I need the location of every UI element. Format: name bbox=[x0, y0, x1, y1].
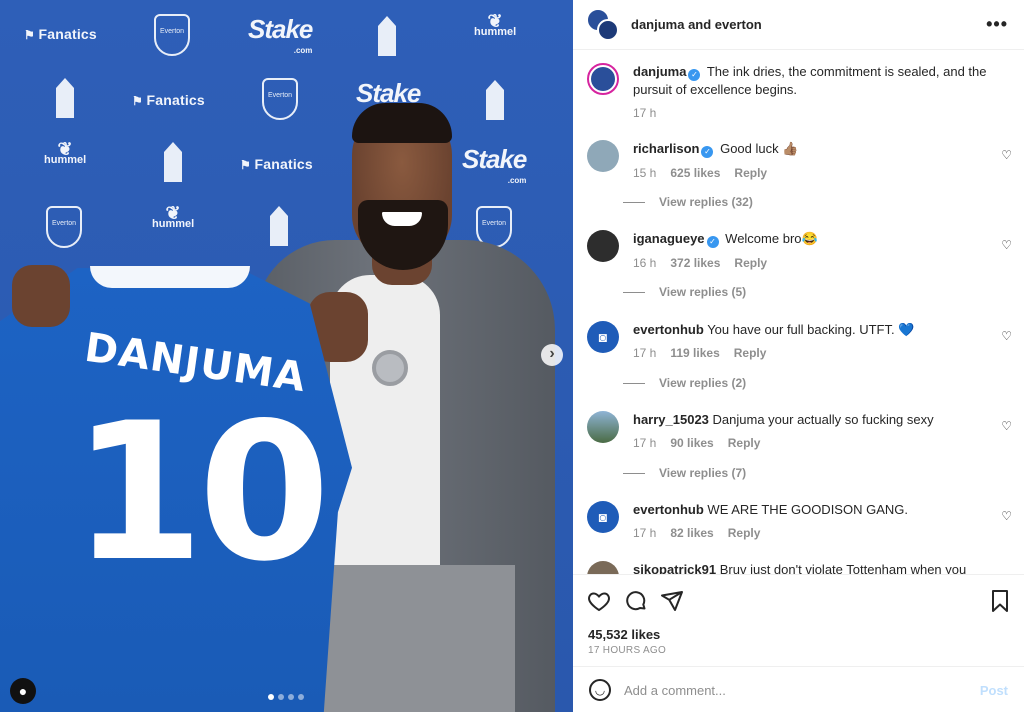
pennant-logo bbox=[56, 78, 74, 118]
paper-plane-icon[interactable] bbox=[660, 589, 684, 619]
carousel-dots bbox=[268, 694, 304, 700]
comment-likes[interactable]: 119 likes bbox=[670, 346, 719, 360]
everton-crest-logo: Everton bbox=[46, 206, 82, 248]
avatar[interactable]: ◙ bbox=[587, 501, 619, 533]
more-options-icon[interactable]: ••• bbox=[986, 14, 1008, 35]
comment-text: You have our full backing. UTFT. 💙 bbox=[707, 322, 915, 337]
comment-username[interactable]: evertonhub bbox=[633, 322, 704, 337]
carousel-dot bbox=[298, 694, 304, 700]
stake-logo: Stake .com bbox=[248, 14, 313, 55]
view-replies-button[interactable]: View replies (5) bbox=[623, 285, 746, 299]
comment-time: 17 h bbox=[633, 346, 657, 360]
comment-time: 17 h bbox=[633, 436, 657, 450]
pennant-logo bbox=[164, 142, 182, 182]
person-hair bbox=[352, 103, 452, 143]
heart-icon[interactable] bbox=[587, 589, 611, 619]
carousel-dot bbox=[288, 694, 294, 700]
fanatics-logo: Fanatics bbox=[240, 156, 313, 172]
reply-button[interactable]: Reply bbox=[734, 346, 767, 360]
post-timestamp: 17 HOURS AGO bbox=[588, 645, 667, 656]
reply-button[interactable]: Reply bbox=[734, 256, 767, 270]
wristwatch bbox=[372, 350, 408, 386]
stake-logo: Stake bbox=[356, 78, 421, 108]
comment-likes[interactable]: 625 likes bbox=[670, 166, 720, 180]
comment-username[interactable]: richarlison bbox=[633, 141, 699, 156]
avatar[interactable] bbox=[587, 561, 619, 574]
comment-time: 15 h bbox=[633, 166, 657, 180]
heart-icon[interactable]: ♡ bbox=[1001, 148, 1012, 162]
comment-likes[interactable]: 82 likes bbox=[670, 526, 713, 540]
avatar[interactable] bbox=[587, 230, 619, 262]
verified-badge-icon: ✓ bbox=[688, 69, 701, 81]
comment-username[interactable]: sikopatrick91 bbox=[633, 562, 716, 574]
pennant-logo bbox=[270, 206, 288, 246]
stake-logo: Stake .com bbox=[462, 144, 527, 185]
collab-avatar[interactable] bbox=[587, 8, 619, 41]
heart-icon[interactable]: ♡ bbox=[1001, 238, 1012, 252]
comment-text: Danjuma your actually so fucking sexy bbox=[712, 412, 934, 427]
comment-text: Welcome bro😂 bbox=[725, 231, 818, 246]
comment-username[interactable]: evertonhub bbox=[633, 502, 704, 517]
heart-icon[interactable]: ♡ bbox=[1001, 509, 1012, 523]
hummel-logo: ❦ hummel bbox=[44, 139, 87, 166]
jersey-collar bbox=[90, 266, 250, 288]
avatar[interactable] bbox=[587, 140, 619, 172]
hummel-logo: ❦ hummel bbox=[474, 11, 517, 38]
post-authors[interactable]: danjuma and everton bbox=[631, 17, 762, 32]
person-hand-left bbox=[12, 265, 70, 327]
comment-icon[interactable] bbox=[624, 589, 648, 619]
post-photo[interactable]: Fanatics Everton Stake.com ❦hummel Fanat… bbox=[0, 0, 573, 712]
caption-username[interactable]: danjuma bbox=[633, 64, 686, 79]
verified-badge-icon: ✓ bbox=[701, 146, 714, 158]
carousel-dot bbox=[278, 694, 284, 700]
avatar[interactable] bbox=[587, 411, 619, 443]
avatar[interactable] bbox=[587, 63, 619, 95]
comment-likes[interactable]: 90 likes bbox=[670, 436, 713, 450]
comment-input[interactable] bbox=[624, 677, 964, 703]
caption-time: 17 h bbox=[633, 106, 657, 120]
person-smile bbox=[382, 212, 422, 226]
post-actions: 45,532 likes 17 HOURS AGO bbox=[573, 574, 1024, 666]
avatar[interactable]: ◙ bbox=[587, 321, 619, 353]
fanatics-logo: Fanatics bbox=[132, 92, 205, 108]
verified-badge-icon: ✓ bbox=[706, 236, 719, 248]
comment-text: Good luck 👍🏽 bbox=[720, 141, 799, 156]
comments-list[interactable]: danjuma ✓ The ink dries, the commitment i… bbox=[573, 51, 1024, 574]
comment-text: WE ARE THE GOODISON GANG. bbox=[707, 502, 908, 517]
comment-text: Bruv just don't violate Tottenham when y… bbox=[719, 562, 967, 574]
comment-time: 17 h bbox=[633, 526, 657, 540]
add-comment-bar: ◡ Post bbox=[573, 666, 1024, 712]
everton-crest-logo: Everton bbox=[262, 78, 298, 120]
post-header: danjuma and everton ••• bbox=[573, 0, 1024, 50]
view-replies-button[interactable]: View replies (2) bbox=[623, 376, 746, 390]
reply-button[interactable]: Reply bbox=[728, 436, 761, 450]
jersey-number: 10 bbox=[72, 382, 330, 603]
view-replies-button[interactable]: View replies (7) bbox=[623, 466, 746, 480]
fanatics-logo: Fanatics bbox=[24, 26, 97, 42]
likes-count[interactable]: 45,532 likes bbox=[588, 627, 660, 642]
heart-icon[interactable]: ♡ bbox=[1001, 419, 1012, 433]
everton-crest-logo: Everton bbox=[154, 14, 190, 56]
comment-time: 16 h bbox=[633, 256, 657, 270]
avatar bbox=[597, 18, 619, 41]
chevron-right-icon[interactable]: › bbox=[541, 344, 563, 366]
comment-likes[interactable]: 372 likes bbox=[670, 256, 720, 270]
comment-username[interactable]: harry_15023 bbox=[633, 412, 709, 427]
post-sidebar: danjuma and everton ••• danjuma ✓ The ink… bbox=[573, 0, 1024, 712]
heart-icon[interactable]: ♡ bbox=[1001, 329, 1012, 343]
tagged-user-icon[interactable]: ● bbox=[10, 678, 36, 704]
hummel-logo: ❦ hummel bbox=[152, 203, 195, 230]
reply-button[interactable]: Reply bbox=[734, 166, 767, 180]
smiley-icon[interactable]: ◡ bbox=[589, 679, 611, 701]
reply-button[interactable]: Reply bbox=[728, 526, 761, 540]
post-button[interactable]: Post bbox=[980, 683, 1008, 698]
pennant-logo bbox=[486, 80, 504, 120]
view-replies-button[interactable]: View replies (32) bbox=[623, 195, 753, 209]
pennant-logo bbox=[378, 16, 396, 56]
carousel-dot bbox=[268, 694, 274, 700]
comment-username[interactable]: iganagueye bbox=[633, 231, 705, 246]
bookmark-icon[interactable] bbox=[989, 589, 1011, 619]
